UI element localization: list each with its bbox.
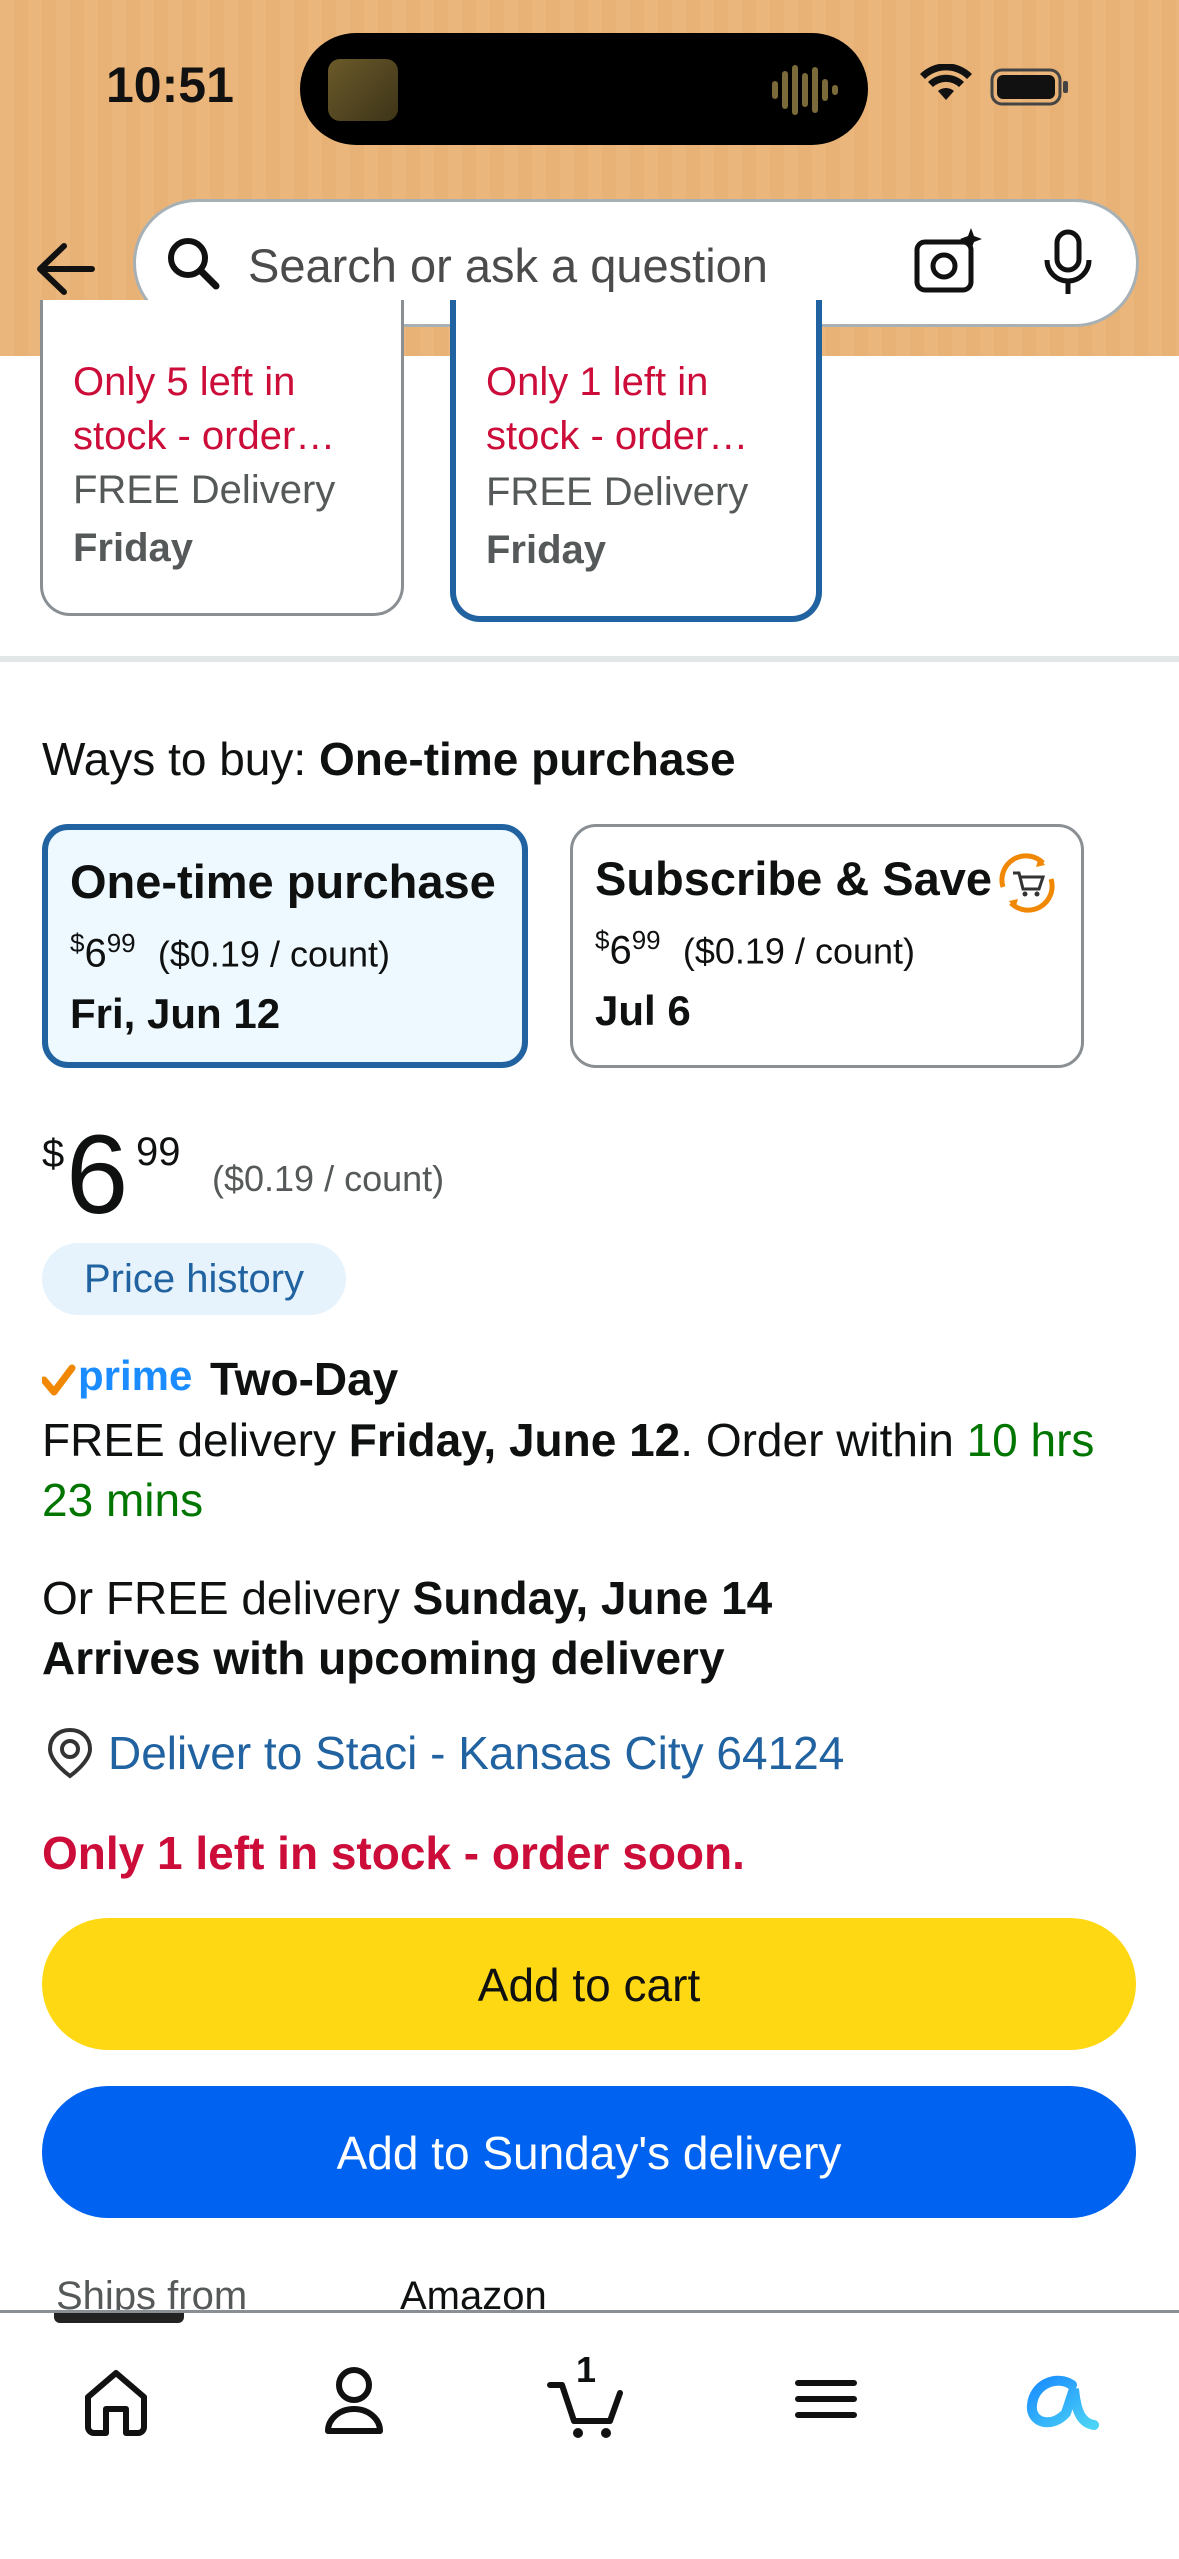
option-date: Fri, Jun 12 — [70, 990, 281, 1037]
location-pin-icon — [47, 1727, 93, 1779]
ships-from-row: Ships from Amazon — [56, 2270, 1056, 2314]
rufus-ai-icon[interactable] — [1010, 2349, 1110, 2449]
back-arrow-icon[interactable] — [30, 232, 104, 306]
alternate-delivery-info: Or FREE delivery Sunday, June 14 Arrives … — [42, 1572, 773, 1684]
add-to-sunday-delivery-button[interactable]: Add to Sunday's delivery — [42, 2086, 1136, 2218]
now-playing-thumbnail — [328, 59, 398, 121]
active-tab-indicator — [54, 2313, 184, 2323]
stock-warning: Only 1 left in stock - order soon. — [42, 1827, 745, 1879]
option-title: Subscribe & Save — [595, 852, 993, 905]
price-fraction: 99 — [136, 1130, 181, 1174]
price-whole: 6 — [66, 1112, 129, 1237]
option-date: Jul 6 — [595, 987, 691, 1034]
ships-from-value: Amazon — [400, 2274, 547, 2314]
ways-to-buy-selected: One-time purchase — [318, 733, 736, 785]
variant-delivery-day: Friday — [73, 526, 194, 570]
bottom-nav: 1 — [0, 2310, 1179, 2559]
option-price: $699 ($0.19 / count) — [70, 928, 391, 976]
one-time-purchase-option[interactable]: One-time purchase $699 ($0.19 / count) F… — [42, 824, 528, 1068]
search-input[interactable] — [246, 232, 810, 298]
svg-text:prime: prime — [78, 1352, 192, 1399]
add-to-cart-button[interactable]: Add to cart — [42, 1918, 1136, 2050]
menu-icon[interactable] — [776, 2349, 876, 2449]
deliver-to-link[interactable]: Deliver to Staci - Kansas City 64124 — [108, 1726, 844, 1780]
battery-icon — [990, 68, 1068, 106]
ways-to-buy-heading: Ways to buy: One-time purchase — [42, 732, 736, 786]
ships-from-label: Ships from — [56, 2274, 248, 2314]
cart-button[interactable]: 1 — [540, 2349, 640, 2449]
search-icon — [168, 238, 220, 290]
microphone-icon[interactable] — [1038, 228, 1098, 298]
prime-logo: prime — [42, 1352, 192, 1399]
variant-delivery-day: Friday — [486, 528, 607, 572]
home-icon[interactable] — [66, 2349, 166, 2449]
status-time: 10:51 — [106, 57, 234, 113]
subscribe-cart-icon — [999, 853, 1055, 913]
variant-option-card-selected[interactable]: Only 1 left in stock - order… FREE Deliv… — [450, 300, 822, 622]
primary-delivery-info: FREE delivery Friday, June 12. Order wit… — [42, 1414, 1095, 1526]
price-currency: $ — [42, 1132, 65, 1176]
variant-stock-text: Only 1 left in stock - order… — [486, 360, 749, 458]
wifi-icon — [920, 64, 972, 100]
subscribe-save-option[interactable]: Subscribe & Save $699 ($0.19 / count) Ju… — [570, 824, 1084, 1068]
dynamic-island[interactable] — [300, 33, 868, 145]
option-title: One-time purchase — [70, 855, 496, 908]
section-divider — [0, 656, 1179, 662]
audio-wave-icon — [772, 65, 838, 115]
price-per-unit: ($0.19 / count) — [212, 1158, 445, 1199]
camera-lens-icon[interactable] — [909, 224, 987, 302]
account-icon[interactable] — [304, 2349, 404, 2449]
variant-delivery-text: FREE Delivery — [486, 470, 749, 514]
variant-option-card[interactable]: Only 5 left in stock - order… FREE Deliv… — [40, 300, 404, 616]
ways-to-buy-label: Ways to buy: — [42, 733, 307, 785]
variant-delivery-text: FREE Delivery — [73, 468, 336, 512]
cart-count-badge: 1 — [576, 2349, 597, 2390]
price-history-button[interactable]: Price history — [42, 1243, 346, 1315]
variant-stock-text: Only 5 left in stock - order… — [73, 360, 336, 458]
prime-delivery-speed: Two-Day — [210, 1353, 399, 1405]
option-price: $699 ($0.19 / count) — [595, 925, 916, 973]
